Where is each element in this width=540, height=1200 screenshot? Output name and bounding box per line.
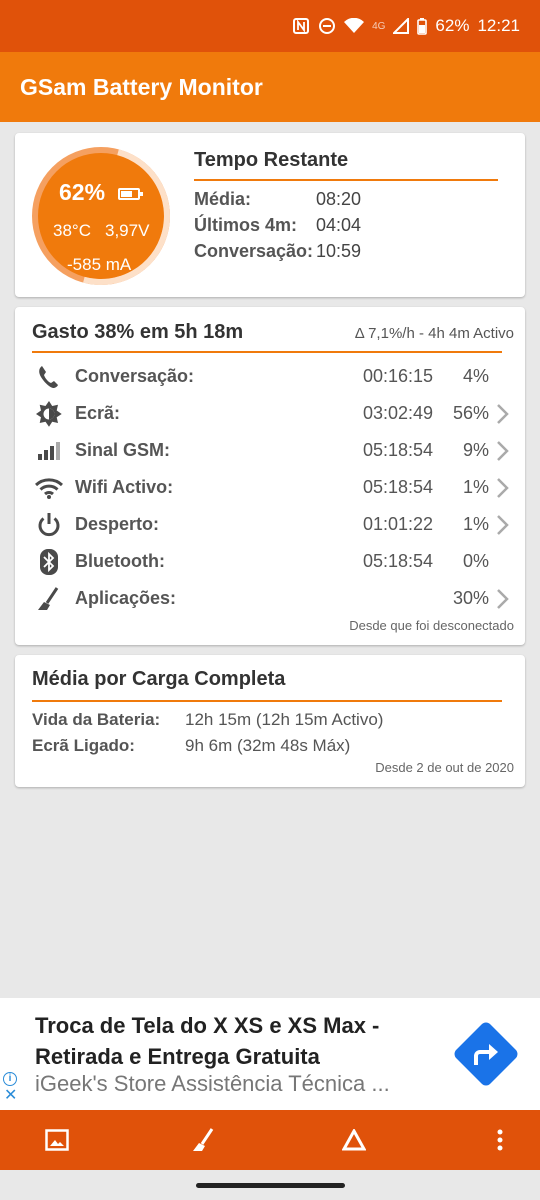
remaining-label: Últimos 4m: <box>194 215 298 235</box>
usage-rate: Δ 7,1%/h - 4h 4m Activo <box>354 325 514 342</box>
usage-item-apps[interactable]: Aplicações: 30% <box>32 581 515 617</box>
directions-arrow-icon <box>462 1030 510 1078</box>
broom-icon <box>35 585 63 613</box>
ad-advertiser[interactable]: iGeek's Store Assistência Técnica ... <box>35 1071 435 1097</box>
signal-icon <box>393 18 410 34</box>
average-label: Vida da Bateria: <box>32 710 161 729</box>
item-name: Bluetooth: <box>75 551 165 571</box>
gauge-percent: 62% <box>59 179 106 205</box>
item-percent: 4% <box>462 366 489 386</box>
item-time: 05:18:54 <box>363 440 434 460</box>
battery-gauge[interactable]: 62% 38°C 3,97V -585 mA <box>6 121 196 311</box>
usage-card: Gasto 38% em 5h 18m Δ 7,1%/h - 4h 4m Act… <box>15 307 525 645</box>
app-bar: GSam Battery Monitor <box>0 52 540 122</box>
item-percent: 30% <box>452 588 489 608</box>
usage-item-awake[interactable]: Desperto: 01:01:22 1% <box>32 507 515 543</box>
remaining-label: Média: <box>194 189 252 209</box>
wifi-icon <box>35 474 63 502</box>
average-label: Ecrã Ligado: <box>32 736 135 755</box>
gauge-voltage: 3,97V <box>105 221 150 240</box>
remaining-label: Conversação: <box>194 241 314 261</box>
item-name: Aplicações: <box>75 588 177 608</box>
battery-icon <box>417 17 428 35</box>
home-gesture-pill[interactable] <box>196 1183 345 1188</box>
usage-item-wifi[interactable]: Wifi Activo: 05:18:54 1% <box>32 470 515 506</box>
broom-icon[interactable] <box>188 1124 220 1156</box>
remaining-value: 10:59 <box>316 241 362 261</box>
title-divider <box>32 700 502 702</box>
network-type-label: 4G <box>372 20 386 32</box>
do-not-disturb-icon <box>318 17 336 35</box>
remaining-value: 04:04 <box>316 215 362 235</box>
remaining-value: 08:20 <box>316 189 362 209</box>
signal-bars-icon <box>35 437 63 465</box>
average-value: 12h 15m (12h 15m Activo) <box>185 710 384 729</box>
item-time: 05:18:54 <box>363 551 434 571</box>
usage-item-call[interactable]: Conversação: 00:16:15 4% <box>32 359 515 395</box>
ad-headline[interactable]: Troca de Tela do X XS e XS Max - Retirad… <box>35 1010 445 1072</box>
title-divider <box>32 351 502 353</box>
item-time: 05:18:54 <box>363 477 434 497</box>
remaining-time-card[interactable]: 62% 38°C 3,97V -585 mA Tempo Restante Mé… <box>6 121 525 311</box>
more-vert-icon[interactable] <box>484 1124 516 1156</box>
item-time: 03:02:49 <box>363 403 434 423</box>
app-title: GSam Battery Monitor <box>20 73 263 100</box>
chevron-right-icon <box>497 478 509 498</box>
phone-icon <box>35 363 63 391</box>
triangle-icon[interactable] <box>338 1124 370 1156</box>
power-icon <box>35 511 63 539</box>
average-footer: Desde 2 de out de 2020 <box>375 760 514 775</box>
image-icon[interactable] <box>41 1124 73 1156</box>
chevron-right-icon <box>497 404 509 424</box>
item-percent: 1% <box>462 514 489 534</box>
chevron-right-icon <box>497 515 509 535</box>
gauge-current: -585 mA <box>67 255 132 274</box>
item-percent: 0% <box>462 551 489 571</box>
system-nav-bar <box>0 1170 540 1200</box>
item-name: Sinal GSM: <box>75 440 171 460</box>
usage-item-gsm[interactable]: Sinal GSM: 05:18:54 9% <box>32 433 515 469</box>
item-name: Wifi Activo: <box>75 477 174 497</box>
remaining-title: Tempo Restante <box>194 149 349 171</box>
wifi-icon <box>344 18 365 34</box>
item-time: 00:16:15 <box>363 366 434 386</box>
average-title: Média por Carga Completa <box>32 668 286 690</box>
average-value: 9h 6m (32m 48s Máx) <box>185 736 351 755</box>
item-name: Ecrã: <box>75 403 121 423</box>
item-name: Conversação: <box>75 366 195 386</box>
bluetooth-icon <box>35 548 63 576</box>
usage-footer: Desde que foi desconectado <box>349 618 514 633</box>
gauge-temperature: 38°C <box>53 221 91 240</box>
brightness-icon <box>35 400 63 428</box>
item-percent: 9% <box>462 440 489 460</box>
gauge-arc <box>6 121 196 311</box>
status-bar: 4G 62% 12:21 <box>0 0 540 52</box>
ad-close-icon[interactable]: ✕ <box>4 1088 17 1104</box>
item-name: Desperto: <box>75 514 160 534</box>
nfc-icon <box>292 17 310 35</box>
average-card[interactable]: Média por Carga Completa Vida da Bateria… <box>15 655 525 787</box>
usage-title: Gasto 38% em 5h 18m <box>32 321 244 343</box>
bottom-action-bar <box>0 1110 540 1170</box>
chevron-right-icon <box>497 589 509 609</box>
item-percent: 1% <box>462 477 489 497</box>
ad-info-icon[interactable]: i <box>3 1072 17 1086</box>
ad-banner[interactable]: Troca de Tela do X XS e XS Max - Retirad… <box>0 998 540 1110</box>
clock: 12:21 <box>477 16 520 35</box>
usage-item-screen[interactable]: Ecrã: 03:02:49 56% <box>32 396 515 432</box>
chevron-right-icon <box>497 441 509 461</box>
item-time: 01:01:22 <box>363 514 434 534</box>
battery-percent: 62% <box>435 16 470 35</box>
usage-item-bluetooth[interactable]: Bluetooth: 05:18:54 0% <box>32 544 515 580</box>
title-divider <box>194 179 498 181</box>
item-percent: 56% <box>452 403 489 423</box>
battery-charging-icon <box>118 188 143 200</box>
